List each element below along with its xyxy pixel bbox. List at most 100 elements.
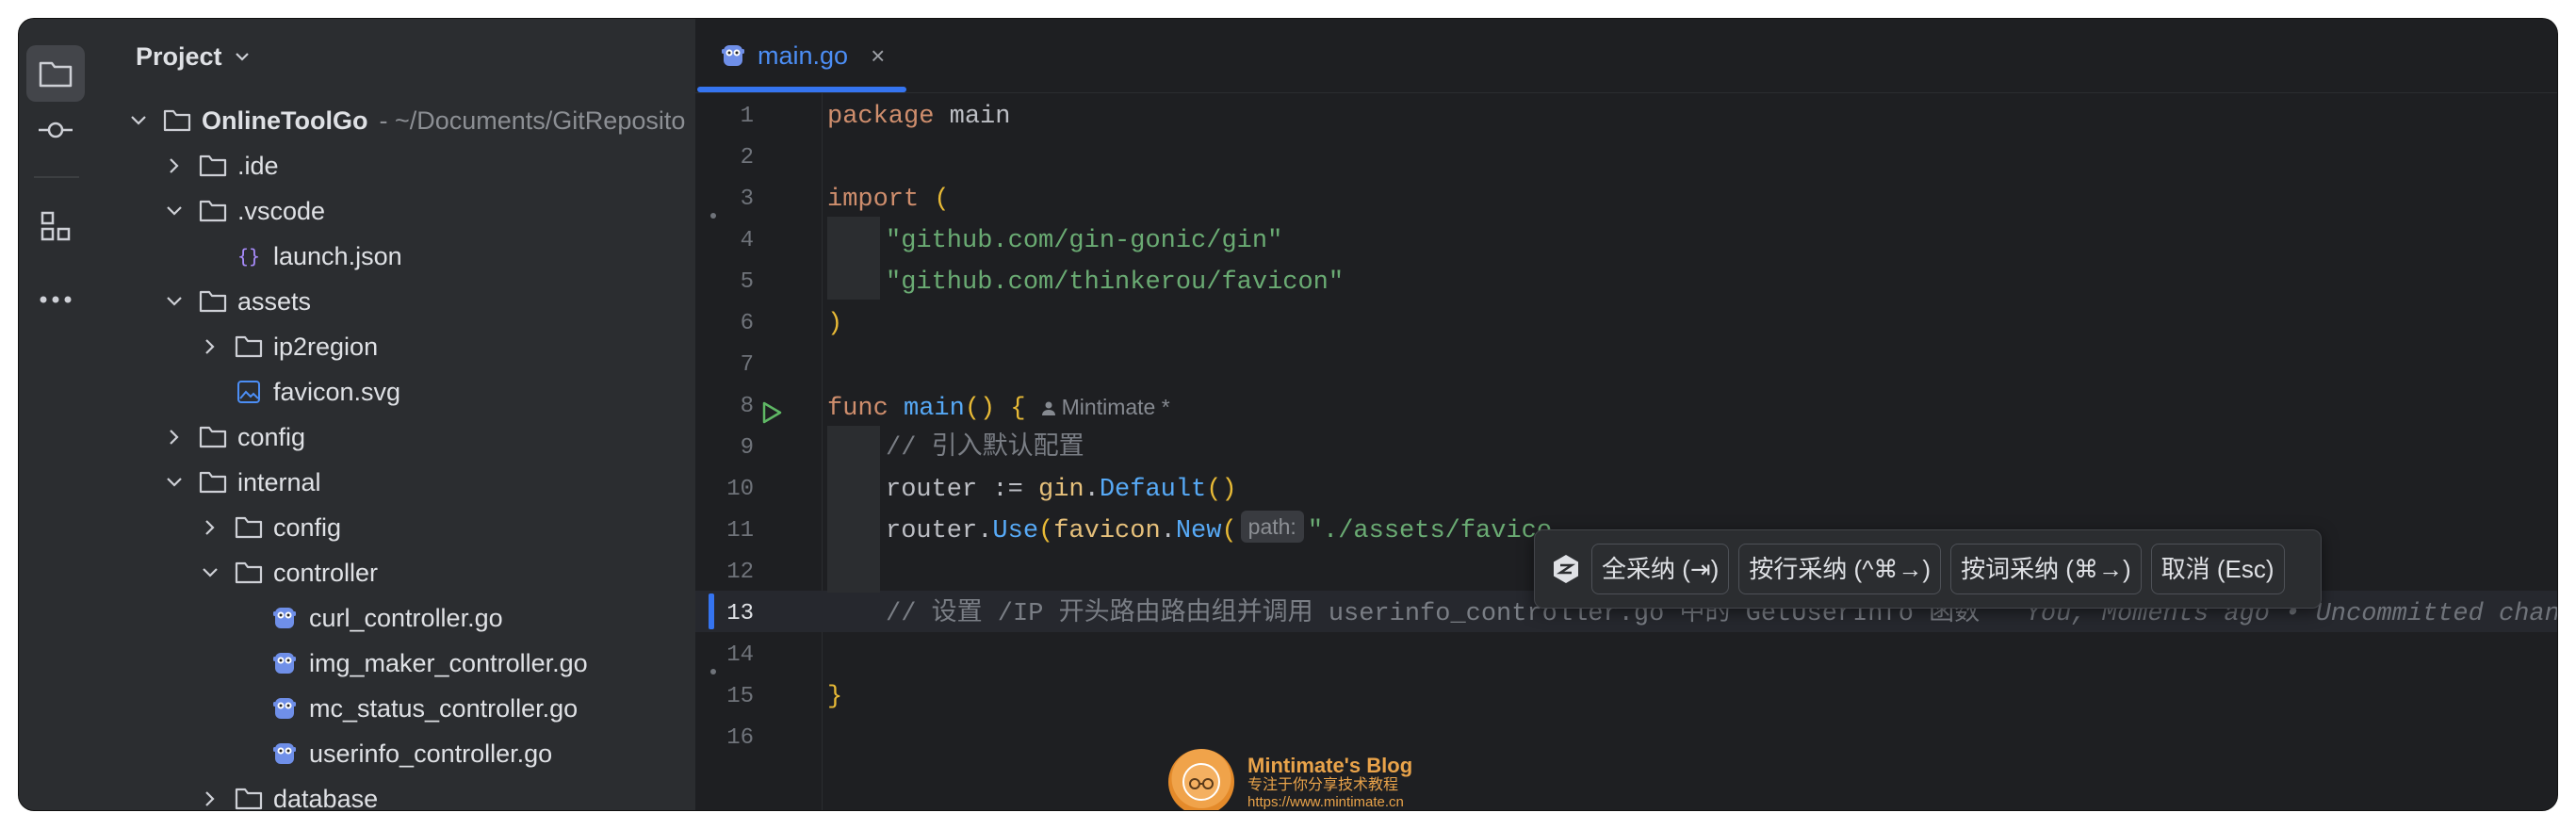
tree-toggle[interactable] <box>200 788 220 809</box>
accept-word-button[interactable]: 按词采纳 (⌘→) <box>1950 544 2142 594</box>
code-line-5[interactable]: "github.com/thinkerou/favicon" <box>886 262 2557 303</box>
chevron-right-icon[interactable] <box>204 337 217 356</box>
chevron-down-icon[interactable] <box>201 566 220 579</box>
string-literal: "./assets/favico <box>1307 517 1553 545</box>
line-number: 2 <box>740 145 754 171</box>
go-file-icon <box>273 698 296 719</box>
chevron-right-icon[interactable] <box>204 518 217 537</box>
structure-tool-button[interactable] <box>26 198 85 254</box>
tree-item-label: favicon.svg <box>273 377 401 406</box>
gutter-dot <box>710 213 716 219</box>
chevron-down-icon[interactable] <box>129 114 148 127</box>
identifier: main <box>949 103 1011 131</box>
close-tab-icon[interactable]: × <box>871 41 885 71</box>
folder-icon <box>199 154 227 177</box>
accept-all-button[interactable]: 全采纳 (⇥) <box>1591 544 1730 594</box>
tree-toggle[interactable] <box>200 562 220 583</box>
ai-assistant-icon <box>1554 555 1578 583</box>
tree-item-icon <box>162 106 192 136</box>
folder-icon <box>235 561 263 584</box>
tree-item[interactable]: assets <box>94 279 695 324</box>
ide-window: Project OnlineToolGo - ~/Documents/GitRep… <box>19 19 2557 810</box>
code-line-4[interactable]: "github.com/gin-gonic/gin" <box>886 220 2557 262</box>
tree-toggle[interactable] <box>128 110 149 131</box>
code-line-15[interactable]: } <box>827 676 2557 718</box>
tree-toggle[interactable] <box>200 336 220 357</box>
indent-guide <box>827 426 880 593</box>
image-file-icon <box>237 381 260 403</box>
line-number: 3 <box>740 187 754 212</box>
tree-item[interactable]: config <box>94 414 695 460</box>
line-number: 6 <box>740 311 754 336</box>
commit-tool-button[interactable] <box>26 102 85 158</box>
tree-item-icon <box>198 196 228 226</box>
tree-item[interactable]: userinfo_controller.go <box>94 731 695 776</box>
tree-item-label: launch.json <box>273 241 402 270</box>
author-hint[interactable]: Mintimate * <box>1041 395 1170 419</box>
line-number: 9 <box>740 435 754 461</box>
code-line-10[interactable]: router := gin.Default() <box>886 469 2557 511</box>
cancel-button[interactable]: 取消 (Esc) <box>2150 544 2285 594</box>
tree-item-label: mc_status_controller.go <box>309 693 579 723</box>
dot: . <box>1084 476 1100 504</box>
more-tools-button[interactable] <box>26 271 85 328</box>
code-line-3[interactable]: import ( <box>827 179 2557 220</box>
chevron-down-icon[interactable] <box>165 204 184 218</box>
project-tool-button[interactable] <box>26 45 85 102</box>
structure-icon <box>41 211 71 241</box>
tree-toggle[interactable] <box>164 155 185 176</box>
line-number: 7 <box>740 352 754 378</box>
tree-item[interactable]: ip2region <box>94 324 695 369</box>
tree-item-label: userinfo_controller.go <box>309 739 553 768</box>
tree-item[interactable]: config <box>94 505 695 550</box>
package-ref: favicon <box>1053 517 1161 545</box>
code-text: router. <box>886 517 993 545</box>
chevron-down-icon[interactable] <box>165 476 184 489</box>
tree-item[interactable]: .ide <box>94 143 695 188</box>
chevron-down-icon <box>235 53 249 61</box>
tree-item[interactable]: curl_controller.go <box>94 595 695 641</box>
chevron-right-icon[interactable] <box>168 428 181 447</box>
code-line-9[interactable]: // 引入默认配置 <box>886 428 2557 469</box>
tree-item[interactable]: img_maker_controller.go <box>94 641 695 686</box>
tree-item[interactable]: {} launch.json <box>94 234 695 279</box>
chevron-right-icon[interactable] <box>168 156 181 175</box>
tree-toggle[interactable] <box>164 427 185 447</box>
brace: } <box>827 683 843 711</box>
tree-item[interactable]: mc_status_controller.go <box>94 686 695 731</box>
tree-item-icon <box>234 512 264 543</box>
project-panel-header[interactable]: Project <box>136 40 251 73</box>
watermark-url: https://www.mintimate.cn <box>1247 794 1404 810</box>
method-call: Default <box>1099 476 1207 504</box>
code-line-8[interactable]: func main() {Mintimate * <box>827 386 2557 428</box>
chevron-right-icon[interactable] <box>204 789 217 808</box>
chevron-down-icon[interactable] <box>165 295 184 308</box>
tree-toggle[interactable] <box>200 517 220 538</box>
folder-icon <box>199 426 227 448</box>
tree-toggle[interactable] <box>164 472 185 493</box>
tree-item[interactable]: internal <box>94 460 695 505</box>
go-file-icon <box>273 608 296 628</box>
tree-item[interactable]: controller <box>94 550 695 595</box>
tree-item-icon <box>198 286 228 317</box>
tree-item[interactable]: OnlineToolGo - ~/Documents/GitReposito <box>94 98 695 143</box>
tree-item[interactable]: .vscode <box>94 188 695 234</box>
tree-item-icon <box>234 332 264 362</box>
code-line-6[interactable]: ) <box>827 303 2557 345</box>
tree-item[interactable]: database <box>94 776 695 810</box>
tree-item-path: - ~/Documents/GitReposito <box>379 106 686 135</box>
comment: // 引入默认配置 <box>886 434 1084 463</box>
tree-toggle[interactable] <box>164 201 185 221</box>
parameter-hint: path: <box>1240 511 1304 543</box>
accept-line-button[interactable]: 按行采纳 (^⌘→) <box>1738 544 1942 594</box>
tree-item-icon <box>234 784 264 810</box>
tree-toggle[interactable] <box>164 291 185 312</box>
folder-icon <box>39 61 73 88</box>
code-line-1[interactable]: package main <box>827 96 2557 138</box>
tab-main-go[interactable]: main.go × <box>695 19 906 92</box>
function-name: main <box>904 395 965 423</box>
tree-item[interactable]: favicon.svg <box>94 369 695 414</box>
run-icon[interactable] <box>759 400 784 425</box>
svg-text:{}: {} <box>237 245 260 268</box>
